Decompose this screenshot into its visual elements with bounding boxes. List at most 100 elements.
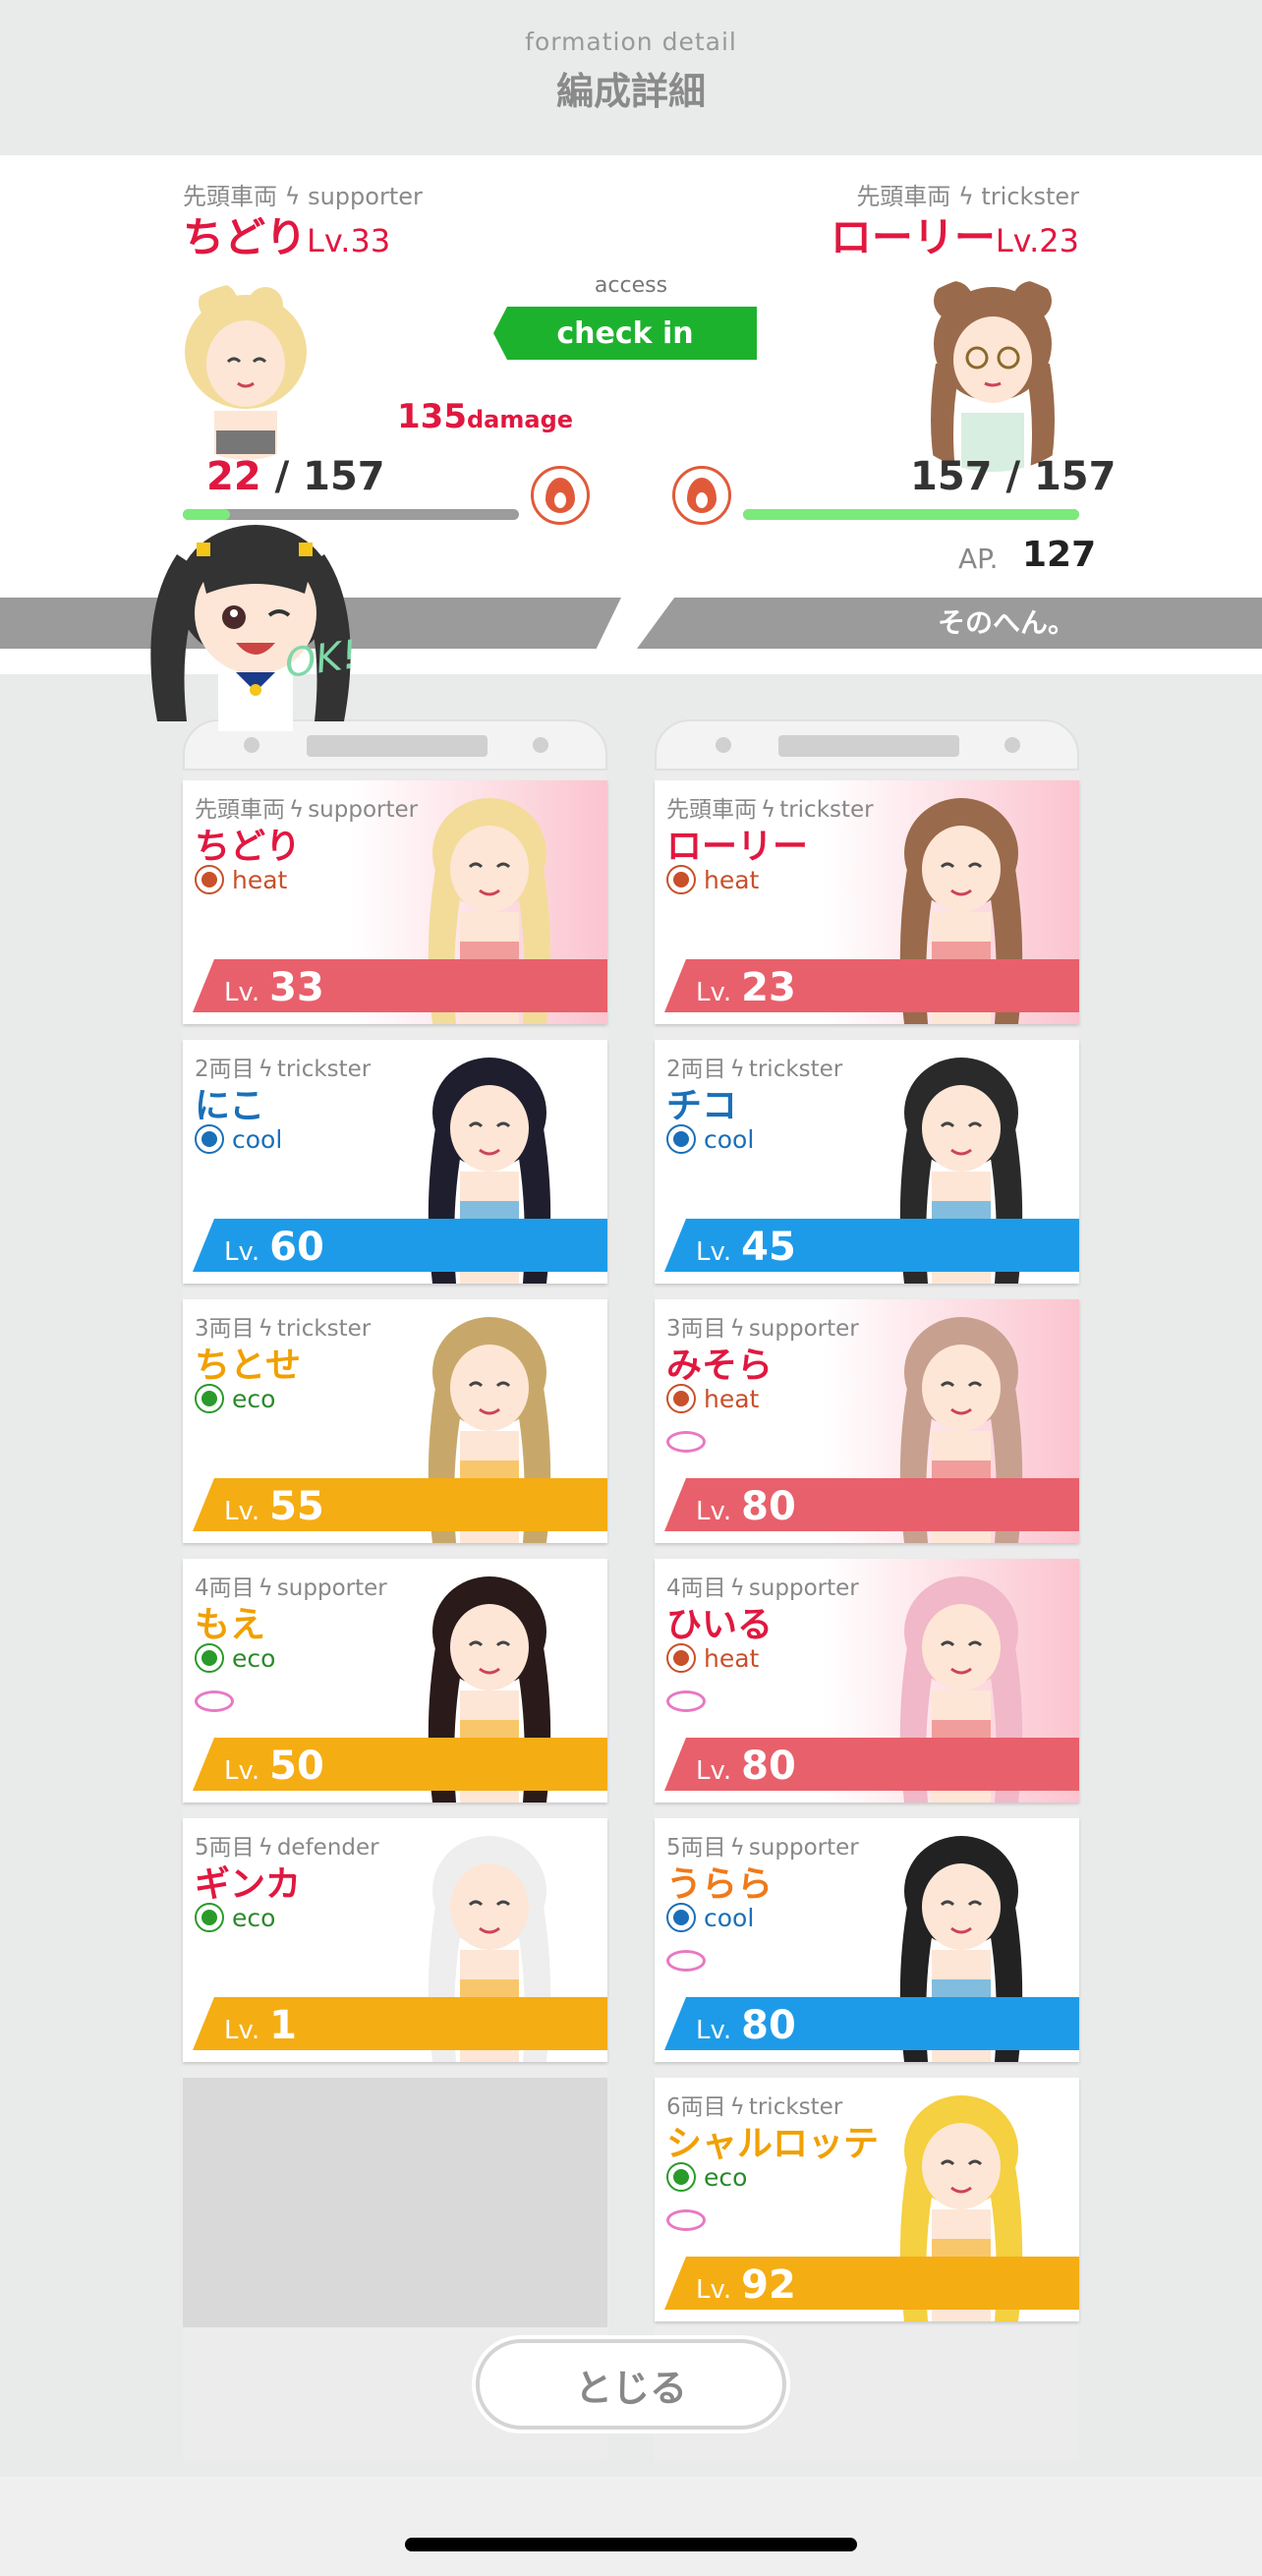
level-number: 92: [741, 2262, 796, 2308]
cool-icon: [666, 1124, 696, 1154]
formation-card[interactable]: 5両目 ϟ defender ギンカ eco Lv. 1: [183, 1818, 607, 2062]
level-prefix: Lv.: [224, 2016, 260, 2045]
right-hp-readout: 157 / 157: [910, 454, 1116, 499]
card-level: Lv. 50: [224, 1744, 324, 1789]
card-role: supporter: [308, 797, 419, 823]
right-hp-fill: [743, 509, 1079, 520]
level-number: 60: [269, 1225, 324, 1270]
card-character-name: うらら: [666, 1864, 774, 1905]
level-prefix: Lv.: [224, 1237, 260, 1267]
attribute-dot: [673, 1391, 689, 1406]
level-prefix: Lv.: [696, 1237, 732, 1267]
card-level: Lv. 33: [224, 965, 324, 1010]
right-hp-max: / 157: [1005, 454, 1117, 499]
attribute-label: eco: [232, 1384, 276, 1413]
phone-dot: [1004, 737, 1020, 753]
card-character-name: ひいる: [666, 1605, 774, 1645]
card-character-name: ローリー: [666, 827, 809, 867]
attribute-label: cool: [704, 1903, 755, 1932]
card-character-name: もえ: [195, 1605, 266, 1645]
phone-dot: [244, 737, 259, 753]
card-level: Lv. 80: [696, 1484, 796, 1529]
attribute-dot: [201, 1910, 217, 1925]
card-level: Lv. 80: [696, 2003, 796, 2048]
heat-icon: [666, 1643, 696, 1673]
eco-icon: [195, 1384, 224, 1413]
damage-unit: damage: [466, 406, 574, 433]
card-level: Lv. 80: [696, 1744, 796, 1789]
attribute-label: eco: [232, 1903, 276, 1932]
left-fire-badge: [531, 466, 590, 525]
formation-card[interactable]: 5両目 ϟ supporter うらら cool Lv. 80: [655, 1818, 1079, 2062]
right-character-portrait: [931, 281, 1055, 472]
card-character-name: ギンカ: [195, 1864, 302, 1905]
check-in-button[interactable]: check in: [493, 307, 757, 360]
ap-label: AP.: [958, 543, 999, 575]
left-hp-max: / 157: [274, 454, 385, 499]
attribute-dot: [673, 872, 689, 887]
damage-value: 135: [397, 397, 467, 436]
right-lead-name: ローリーLv.23: [831, 204, 1079, 264]
formation-card[interactable]: 3両目 ϟ supporter みそら heat Lv. 80: [655, 1299, 1079, 1543]
level-prefix: Lv.: [224, 978, 260, 1007]
card-role: trickster: [276, 1057, 372, 1082]
formation-card[interactable]: 6両目 ϟ trickster シャルロッテ eco Lv. 92: [655, 2078, 1079, 2321]
attribute-label: cool: [232, 1124, 283, 1154]
page-title: 編成詳細: [555, 70, 706, 113]
level-prefix: Lv.: [696, 1497, 732, 1526]
cool-icon: [195, 1124, 224, 1154]
card-level: Lv. 60: [224, 1225, 324, 1270]
attribute-label: heat: [704, 1384, 760, 1413]
flame-icon: [545, 478, 575, 513]
formation-card[interactable]: 4両目 ϟ supporter もえ eco Lv. 50: [183, 1559, 607, 1803]
left-hp-readout: 22 / 157: [206, 454, 385, 499]
attribute-dot: [673, 2169, 689, 2185]
heat-icon: [195, 865, 224, 894]
ring-icon: [666, 1431, 706, 1453]
empty-slot: [183, 2078, 607, 2327]
card-attribute: heat: [666, 1643, 759, 1673]
close-button[interactable]: とじる: [476, 2339, 786, 2430]
left-lead-name: ちどりLv.33: [183, 204, 390, 264]
attribute-dot: [201, 1131, 217, 1147]
attribute-label: heat: [704, 865, 760, 894]
card-character-name: ちどり: [195, 827, 302, 867]
formation-card[interactable]: 3両目 ϟ trickster ちとせ eco Lv. 55: [183, 1299, 607, 1543]
card-level: Lv. 92: [696, 2262, 796, 2308]
formation-card[interactable]: 2両目 ϟ trickster チコ cool Lv. 45: [655, 1040, 1079, 1284]
card-character-name: みそら: [666, 1345, 774, 1386]
flame-icon: [687, 478, 717, 513]
header-title-en: formation detail: [525, 28, 737, 56]
level-number: 80: [741, 2003, 796, 2048]
card-role: supporter: [276, 1575, 387, 1601]
eco-icon: [195, 1903, 224, 1932]
card-attribute: eco: [195, 1384, 275, 1413]
level-number: 80: [741, 1744, 796, 1789]
access-label: access: [594, 273, 668, 298]
left-lead-name-text: ちどり: [183, 213, 308, 261]
left-character-portrait: [185, 283, 307, 460]
attribute-dot: [201, 1650, 217, 1666]
home-indicator[interactable]: [405, 2538, 857, 2551]
attribute-dot: [673, 1131, 689, 1147]
ring-icon: [666, 1690, 706, 1712]
attribute-label: eco: [232, 1643, 276, 1673]
card-attribute: cool: [666, 1903, 754, 1932]
formation-card[interactable]: 先頭車両 ϟ trickster ローリー heat Lv. 23: [655, 780, 1079, 1024]
card-character-name: にこ: [195, 1086, 265, 1126]
left-lead-level: Lv.33: [307, 222, 391, 259]
ring-icon: [666, 2209, 706, 2231]
stripe-message: そのへん。: [937, 606, 1075, 639]
card-level: Lv. 55: [224, 1484, 324, 1529]
ap-value: 127: [1022, 535, 1097, 575]
formation-card[interactable]: 先頭車両 ϟ supporter ちどり heat Lv. 33: [183, 780, 607, 1024]
formation-card[interactable]: 2両目 ϟ trickster にこ cool Lv. 60: [183, 1040, 607, 1284]
level-number: 80: [741, 1484, 796, 1529]
attribute-dot: [201, 872, 217, 887]
card-attribute: heat: [195, 865, 287, 894]
level-number: 33: [269, 965, 324, 1010]
card-attribute: heat: [666, 1384, 759, 1413]
formation-card[interactable]: 4両目 ϟ supporter ひいる heat Lv. 80: [655, 1559, 1079, 1803]
left-hp-current: 22: [206, 454, 261, 499]
attribute-label: heat: [232, 865, 288, 894]
